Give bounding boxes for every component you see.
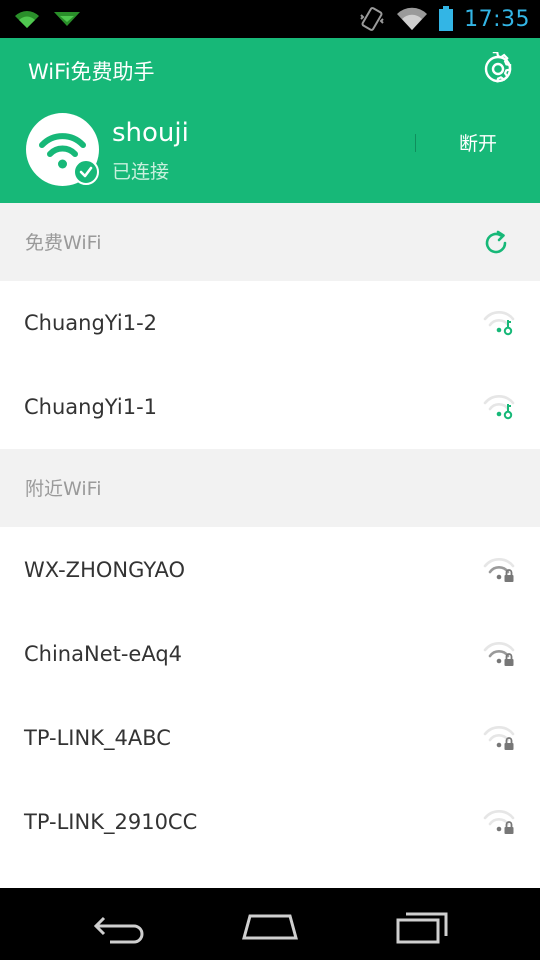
- header: WiFi免费助手 shouji 已连接 断开: [0, 38, 540, 203]
- gear-icon[interactable]: [481, 52, 515, 86]
- network-name: ChuangYi1-1: [24, 395, 158, 419]
- network-name: ChuangYi1-2: [24, 311, 158, 335]
- list-item[interactable]: ChuangYi1-1: [0, 365, 540, 449]
- battery-icon: [439, 6, 454, 31]
- free-wifi-section-header: 免费WiFi: [0, 203, 540, 281]
- free-wifi-title: 免费WiFi: [25, 232, 102, 254]
- status-time: 17:35: [464, 6, 530, 32]
- signal-icon: [397, 7, 428, 31]
- network-name: TP-LINK_4ABC: [24, 726, 171, 750]
- divider: [415, 134, 416, 152]
- navigation-bar: [0, 888, 540, 960]
- network-name: WX-ZHONGYAO: [24, 558, 186, 582]
- home-icon[interactable]: [240, 906, 300, 946]
- wifi-key-icon: [483, 311, 515, 336]
- wifi-lock-icon: [483, 642, 515, 666]
- status-bar: 17:35: [0, 0, 540, 38]
- wifi-key-icon: [483, 395, 515, 420]
- nearby-wifi-section-header: 附近WiFi: [0, 449, 540, 527]
- notification-icon: [54, 12, 80, 26]
- list-item[interactable]: ChuangYi1-2: [0, 281, 540, 365]
- disconnect-button[interactable]: 断开: [440, 128, 516, 160]
- app-title: WiFi免费助手: [28, 60, 155, 84]
- connection-status: 已连接: [112, 161, 170, 183]
- list-item[interactable]: TP-LINK_2910CC: [0, 780, 540, 864]
- wifi-lock-icon: [483, 810, 515, 834]
- connected-check-icon: [73, 159, 99, 185]
- wifi-lock-icon: [483, 558, 515, 582]
- list-item[interactable]: WX-ZHONGYAO: [0, 528, 540, 612]
- refresh-icon[interactable]: [482, 229, 510, 257]
- network-name: TP-LINK_2910CC: [24, 810, 198, 834]
- network-name: ChinaNet-eAq4: [24, 642, 183, 666]
- connected-ssid: shouji: [112, 118, 189, 148]
- wifi-icon: [15, 11, 39, 28]
- nearby-wifi-title: 附近WiFi: [25, 478, 102, 500]
- back-icon[interactable]: [90, 906, 150, 946]
- vibrate-icon: [360, 7, 384, 31]
- wifi-lock-icon: [483, 726, 515, 750]
- list-item[interactable]: ChinaNet-eAq4: [0, 612, 540, 696]
- list-item[interactable]: TP-LINK_4ABC: [0, 696, 540, 780]
- recent-apps-icon[interactable]: [392, 906, 452, 946]
